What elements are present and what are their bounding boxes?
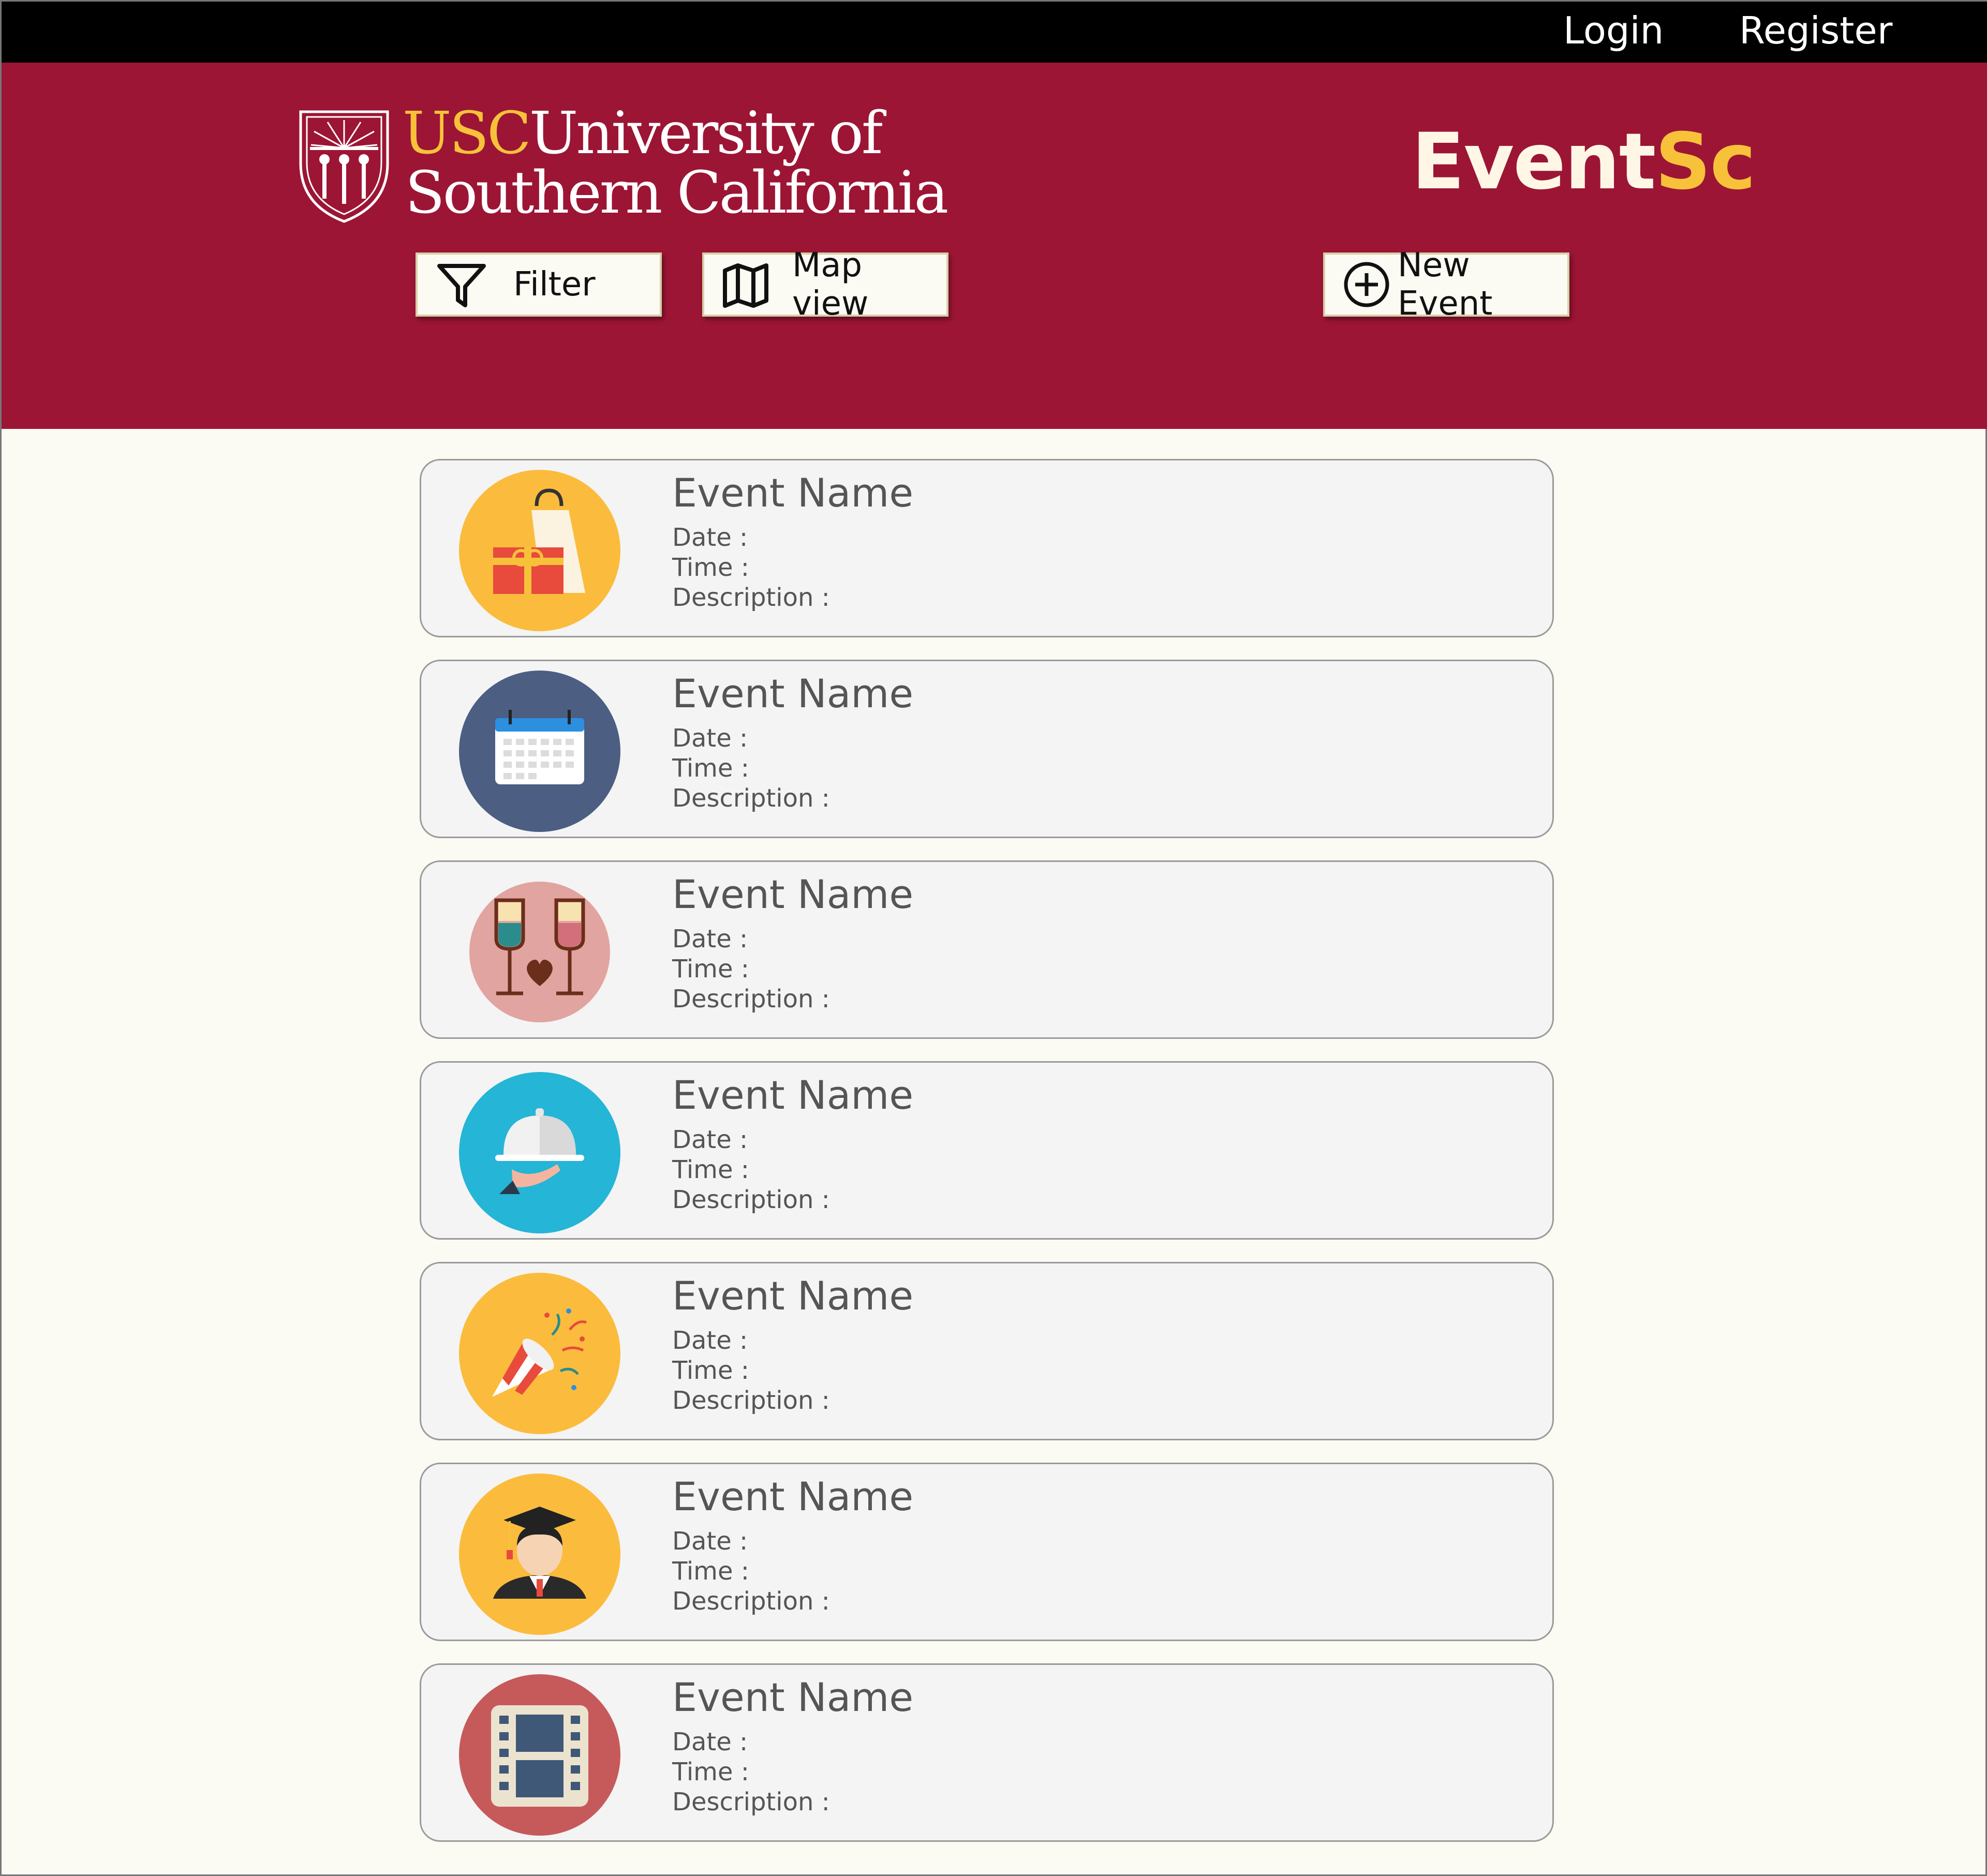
event-date-label: Date :	[672, 1527, 748, 1556]
event-name: Event Name	[672, 1273, 914, 1319]
event-time-label: Time :	[672, 553, 749, 582]
event-date-label: Date :	[672, 1728, 748, 1756]
event-description-label: Description :	[672, 1386, 830, 1415]
usc-seal-icon	[299, 110, 389, 223]
event-time-label: Time :	[672, 1155, 749, 1184]
event-name: Event Name	[672, 1072, 914, 1118]
event-card[interactable]: Event Name Date : Time : Description :	[420, 459, 1554, 637]
event-description-label: Description :	[672, 1185, 830, 1214]
event-card[interactable]: Event Name Date : Time : Description :	[420, 1463, 1554, 1641]
event-card[interactable]: Event Name Date : Time : Description :	[420, 1262, 1554, 1440]
logo-university-of: University of	[529, 100, 883, 167]
map-view-button[interactable]: Map view	[702, 246, 948, 323]
register-link[interactable]: Register	[1739, 5, 1892, 56]
filter-label: Filter	[513, 265, 596, 304]
new-event-label: New Event	[1398, 246, 1493, 323]
login-link[interactable]: Login	[1563, 5, 1664, 56]
wine-glasses-icon	[469, 882, 610, 1022]
event-name: Event Name	[672, 871, 914, 917]
map-icon	[723, 263, 768, 308]
event-date-label: Date :	[672, 1125, 748, 1154]
event-description-label: Description :	[672, 1587, 830, 1616]
logo-usc: USC	[403, 100, 531, 167]
event-date-label: Date :	[672, 925, 748, 954]
event-card[interactable]: Event Name Date : Time : Description :	[420, 1663, 1554, 1842]
film-icon	[459, 1674, 620, 1836]
event-date-label: Date :	[672, 523, 748, 552]
brand-main: Event	[1412, 117, 1656, 207]
filter-button[interactable]: Filter	[416, 252, 662, 317]
add-circle-icon	[1344, 262, 1389, 307]
event-description-label: Description :	[672, 1788, 830, 1817]
event-description-label: Description :	[672, 985, 830, 1014]
event-time-label: Time :	[672, 955, 749, 984]
top-bar: Login Register	[2, 2, 1987, 63]
event-time-label: Time :	[672, 1557, 749, 1586]
event-date-label: Date :	[672, 724, 748, 753]
brand-accent: Sc	[1655, 117, 1756, 207]
graduate-icon	[459, 1473, 620, 1635]
event-time-label: Time :	[672, 1758, 749, 1786]
event-name: Event Name	[672, 470, 914, 516]
event-time-label: Time :	[672, 754, 749, 783]
university-logo-line2: Southern California	[405, 159, 948, 227]
event-date-label: Date :	[672, 1326, 748, 1355]
filter-icon	[437, 264, 486, 307]
food-cloche-icon	[459, 1072, 620, 1233]
event-description-label: Description :	[672, 583, 830, 612]
map-view-label: Map view	[792, 246, 869, 323]
event-time-label: Time :	[672, 1356, 749, 1385]
new-event-button[interactable]: New Event	[1323, 246, 1569, 323]
event-name: Event Name	[672, 1473, 914, 1520]
university-logo-line1: USCUniversity of	[403, 100, 883, 167]
event-card[interactable]: Event Name Date : Time : Description :	[420, 1061, 1554, 1240]
event-name: Event Name	[672, 671, 914, 717]
party-popper-icon	[459, 1273, 620, 1434]
event-description-label: Description :	[672, 784, 830, 813]
app-brand: EventSc	[1412, 121, 1756, 203]
event-card[interactable]: Event Name Date : Time : Description :	[420, 860, 1554, 1039]
event-name: Event Name	[672, 1674, 914, 1720]
calendar-icon	[459, 671, 620, 832]
shopping-gift-icon	[459, 470, 620, 631]
event-card[interactable]: Event Name Date : Time : Description :	[420, 660, 1554, 838]
